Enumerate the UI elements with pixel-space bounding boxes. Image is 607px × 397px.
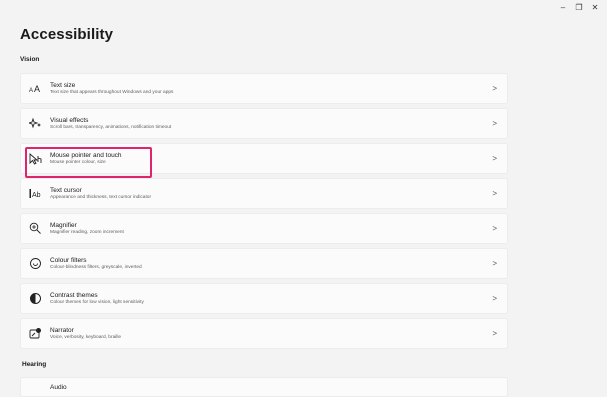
setting-card-text-size[interactable]: AA Text size Text size that appears thro… xyxy=(20,73,508,104)
setting-title: Contrast themes xyxy=(50,292,98,299)
setting-card-contrast-themes[interactable]: Contrast themes Colour themes for low vi… xyxy=(20,283,508,314)
chevron-right-icon: > xyxy=(492,84,497,93)
setting-subtitle: Voice, verbosity, keyboard, braille xyxy=(50,335,122,340)
setting-title: Audio xyxy=(50,384,67,391)
visual-effects-icon xyxy=(29,117,42,130)
chevron-right-icon: > xyxy=(492,259,497,268)
setting-title: Text size xyxy=(50,82,76,89)
chevron-right-icon: > xyxy=(492,294,497,303)
svg-text:A: A xyxy=(34,84,40,94)
setting-title: Colour filters xyxy=(50,257,87,264)
chevron-right-icon: > xyxy=(492,189,497,198)
section-header-vision: Vision xyxy=(20,56,40,63)
chevron-right-icon: > xyxy=(492,154,497,163)
setting-subtitle: Text size that appears throughout Window… xyxy=(50,90,174,95)
setting-subtitle: Appearance and thickness, text cursor in… xyxy=(50,195,152,200)
chevron-right-icon: > xyxy=(492,119,497,128)
setting-title: Visual effects xyxy=(50,117,89,124)
setting-subtitle: Scroll bars, transparency, animations, n… xyxy=(50,125,172,130)
chevron-right-icon: > xyxy=(492,329,497,338)
close-button[interactable]: ✕ xyxy=(587,2,603,14)
contrast-themes-icon xyxy=(29,292,42,305)
highlight-box xyxy=(25,147,152,178)
setting-card-text-cursor[interactable]: Ab Text cursor Appearance and thickness,… xyxy=(20,178,508,209)
setting-subtitle: Colour-blindness filters, greyscale, inv… xyxy=(50,265,142,270)
setting-subtitle: Magnifier reading, zoom increment xyxy=(50,230,124,235)
text-size-icon: AA xyxy=(29,82,42,95)
page-title: Accessibility xyxy=(20,26,114,43)
setting-card-narrator[interactable]: Narrator Voice, verbosity, keyboard, bra… xyxy=(20,318,508,349)
restore-button[interactable]: ❐ xyxy=(571,2,587,14)
section-header-hearing: Hearing xyxy=(22,361,47,368)
setting-subtitle: Colour themes for low vision, light sens… xyxy=(50,300,144,305)
magnifier-icon xyxy=(29,222,42,235)
svg-text:Ab: Ab xyxy=(32,192,41,199)
svg-text:A: A xyxy=(29,88,33,94)
minimize-button[interactable]: – xyxy=(555,2,571,14)
setting-card-audio[interactable]: Audio xyxy=(20,377,508,397)
narrator-icon xyxy=(29,327,42,340)
text-cursor-icon: Ab xyxy=(29,187,42,200)
window-controls: – ❐ ✕ xyxy=(555,2,603,14)
setting-card-magnifier[interactable]: Magnifier Magnifier reading, zoom increm… xyxy=(20,213,508,244)
setting-title: Text cursor xyxy=(50,187,82,194)
setting-card-colour-filters[interactable]: Colour filters Colour-blindness filters,… xyxy=(20,248,508,279)
colour-filters-icon xyxy=(29,257,42,270)
setting-card-visual-effects[interactable]: Visual effects Scroll bars, transparency… xyxy=(20,108,508,139)
setting-title: Narrator xyxy=(50,327,74,334)
chevron-right-icon: > xyxy=(492,224,497,233)
setting-title: Magnifier xyxy=(50,222,77,229)
